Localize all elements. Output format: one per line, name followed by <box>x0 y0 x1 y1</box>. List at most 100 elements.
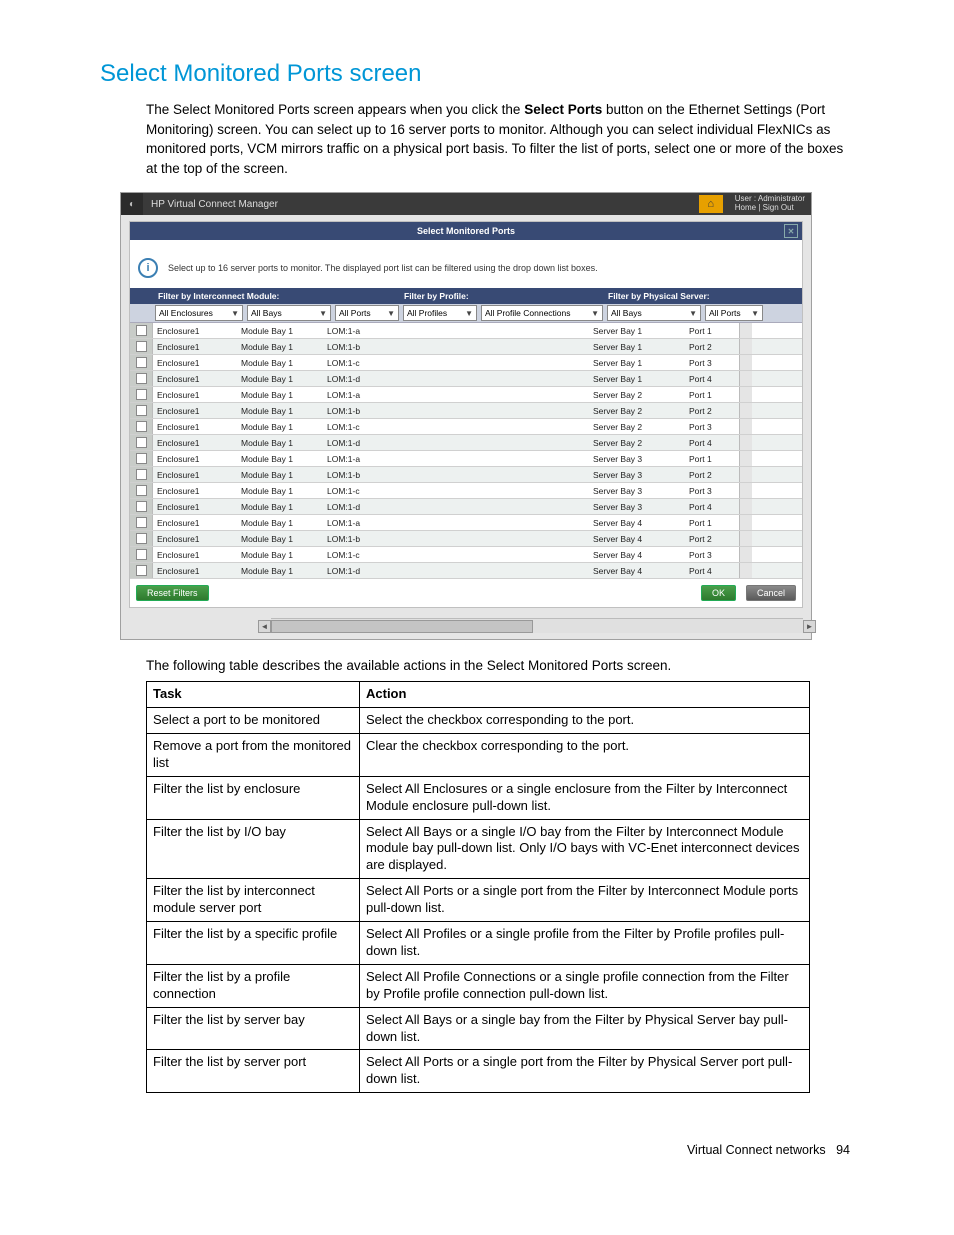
cell-enclosure: Enclosure1 <box>153 486 241 496</box>
row-checkbox-cell <box>130 563 153 578</box>
table-row: Enclosure1Module Bay 1LOM:1-aServer Bay … <box>130 323 802 339</box>
vscroll-gutter[interactable] <box>739 323 752 338</box>
scroll-left-icon[interactable]: ◄ <box>258 620 271 633</box>
chevron-down-icon: ▼ <box>689 309 697 318</box>
profile-select[interactable]: All Profiles▼ <box>403 305 477 321</box>
vscroll-gutter[interactable] <box>739 403 752 418</box>
port-checkbox[interactable] <box>136 357 147 368</box>
cell-module-port: LOM:1-c <box>327 486 395 496</box>
user-block: User : Administrator Home | Sign Out <box>729 195 811 213</box>
cell-module-port: LOM:1-b <box>327 470 395 480</box>
profile-conn-select[interactable]: All Profile Connections▼ <box>481 305 603 321</box>
ok-button[interactable]: OK <box>701 585 736 601</box>
reset-filters-button[interactable]: Reset Filters <box>136 585 209 601</box>
table-row: Enclosure1Module Bay 1LOM:1-dServer Bay … <box>130 563 802 579</box>
vscroll-gutter[interactable] <box>739 563 752 578</box>
port-checkbox[interactable] <box>136 469 147 480</box>
port-checkbox[interactable] <box>136 517 147 528</box>
port-checkbox[interactable] <box>136 501 147 512</box>
cell-task: Filter the list by a specific profile <box>147 922 360 965</box>
after-shot-paragraph: The following table describes the availa… <box>146 658 854 673</box>
cell-enclosure: Enclosure1 <box>153 534 241 544</box>
cell-module-port: LOM:1-c <box>327 550 395 560</box>
port-checkbox[interactable] <box>136 485 147 496</box>
cancel-button[interactable]: Cancel <box>746 585 796 601</box>
vscroll-gutter[interactable] <box>739 531 752 546</box>
server-bay-select[interactable]: All Bays▼ <box>607 305 701 321</box>
info-icon: i <box>138 258 158 278</box>
port-checkbox[interactable] <box>136 373 147 384</box>
cell-enclosure: Enclosure1 <box>153 438 241 448</box>
vscroll-gutter[interactable] <box>739 419 752 434</box>
cell-action: Select All Ports or a single port from t… <box>360 879 810 922</box>
module-bay-select[interactable]: All Bays▼ <box>247 305 331 321</box>
cell-task: Filter the list by enclosure <box>147 776 360 819</box>
port-checkbox[interactable] <box>136 389 147 400</box>
vscroll-gutter[interactable] <box>739 483 752 498</box>
port-checkbox[interactable] <box>136 325 147 336</box>
cell-module-port: LOM:1-d <box>327 502 395 512</box>
cell-module-port: LOM:1-d <box>327 566 395 576</box>
port-checkbox[interactable] <box>136 453 147 464</box>
cell-module-bay: Module Bay 1 <box>241 326 327 336</box>
cell-action: Clear the checkbox corresponding to the … <box>360 734 810 777</box>
close-icon[interactable]: ✕ <box>784 224 798 238</box>
cell-enclosure: Enclosure1 <box>153 342 241 352</box>
enclosure-select[interactable]: All Enclosures▼ <box>155 305 243 321</box>
home-link[interactable]: Home <box>735 203 756 212</box>
cell-module-bay: Module Bay 1 <box>241 566 327 576</box>
vscroll-gutter[interactable] <box>739 339 752 354</box>
cell-module-bay: Module Bay 1 <box>241 534 327 544</box>
doc-table-row: Filter the list by server portSelect All… <box>147 1050 810 1093</box>
cell-module-bay: Module Bay 1 <box>241 550 327 560</box>
cell-server-port: Port 4 <box>689 374 739 384</box>
vscroll-gutter[interactable] <box>739 451 752 466</box>
vscroll-gutter[interactable] <box>739 499 752 514</box>
cell-task: Filter the list by I/O bay <box>147 819 360 879</box>
port-checkbox[interactable] <box>136 565 147 576</box>
port-checkbox[interactable] <box>136 421 147 432</box>
scroll-thumb[interactable] <box>271 620 533 633</box>
table-row: Enclosure1Module Bay 1LOM:1-cServer Bay … <box>130 355 802 371</box>
app-topbar: ◐ HP Virtual Connect Manager ⌂ User : Ad… <box>121 193 811 215</box>
vscroll-gutter[interactable] <box>739 467 752 482</box>
cell-enclosure: Enclosure1 <box>153 566 241 576</box>
cell-server-port: Port 2 <box>689 342 739 352</box>
scroll-right-icon[interactable]: ► <box>803 620 816 633</box>
port-checkbox[interactable] <box>136 437 147 448</box>
cell-server-port: Port 2 <box>689 470 739 480</box>
port-checkbox[interactable] <box>136 341 147 352</box>
port-checkbox[interactable] <box>136 533 147 544</box>
cell-task: Filter the list by server port <box>147 1050 360 1093</box>
vscroll-gutter[interactable] <box>739 387 752 402</box>
doc-table-row: Filter the list by a specific profileSel… <box>147 922 810 965</box>
chevron-down-icon: ▼ <box>751 309 759 318</box>
cell-module-port: LOM:1-c <box>327 422 395 432</box>
vscroll-gutter[interactable] <box>739 435 752 450</box>
cell-enclosure: Enclosure1 <box>153 502 241 512</box>
cell-action: Select All Bays or a single I/O bay from… <box>360 819 810 879</box>
module-port-select[interactable]: All Ports▼ <box>335 305 399 321</box>
port-checkbox[interactable] <box>136 549 147 560</box>
cell-module-port: LOM:1-b <box>327 534 395 544</box>
cell-action: Select All Ports or a single port from t… <box>360 1050 810 1093</box>
vscroll-gutter[interactable] <box>739 371 752 386</box>
home-icon[interactable]: ⌂ <box>699 195 723 213</box>
vscroll-gutter[interactable] <box>739 515 752 530</box>
th-action: Action <box>360 682 810 708</box>
vscroll-gutter[interactable] <box>739 547 752 562</box>
cell-server-bay: Server Bay 1 <box>593 358 689 368</box>
table-row: Enclosure1Module Bay 1LOM:1-cServer Bay … <box>130 547 802 563</box>
row-checkbox-cell <box>130 467 153 482</box>
port-checkbox[interactable] <box>136 405 147 416</box>
vscroll-gutter[interactable] <box>739 355 752 370</box>
cell-enclosure: Enclosure1 <box>153 454 241 464</box>
horizontal-scrollbar[interactable]: ◄ ► <box>271 618 803 633</box>
cell-action: Select the checkbox corresponding to the… <box>360 708 810 734</box>
cell-module-bay: Module Bay 1 <box>241 390 327 400</box>
cell-server-port: Port 2 <box>689 534 739 544</box>
table-row: Enclosure1Module Bay 1LOM:1-bServer Bay … <box>130 531 802 547</box>
cell-module-port: LOM:1-b <box>327 342 395 352</box>
server-port-select[interactable]: All Ports▼ <box>705 305 763 321</box>
signout-link[interactable]: Sign Out <box>763 203 794 212</box>
